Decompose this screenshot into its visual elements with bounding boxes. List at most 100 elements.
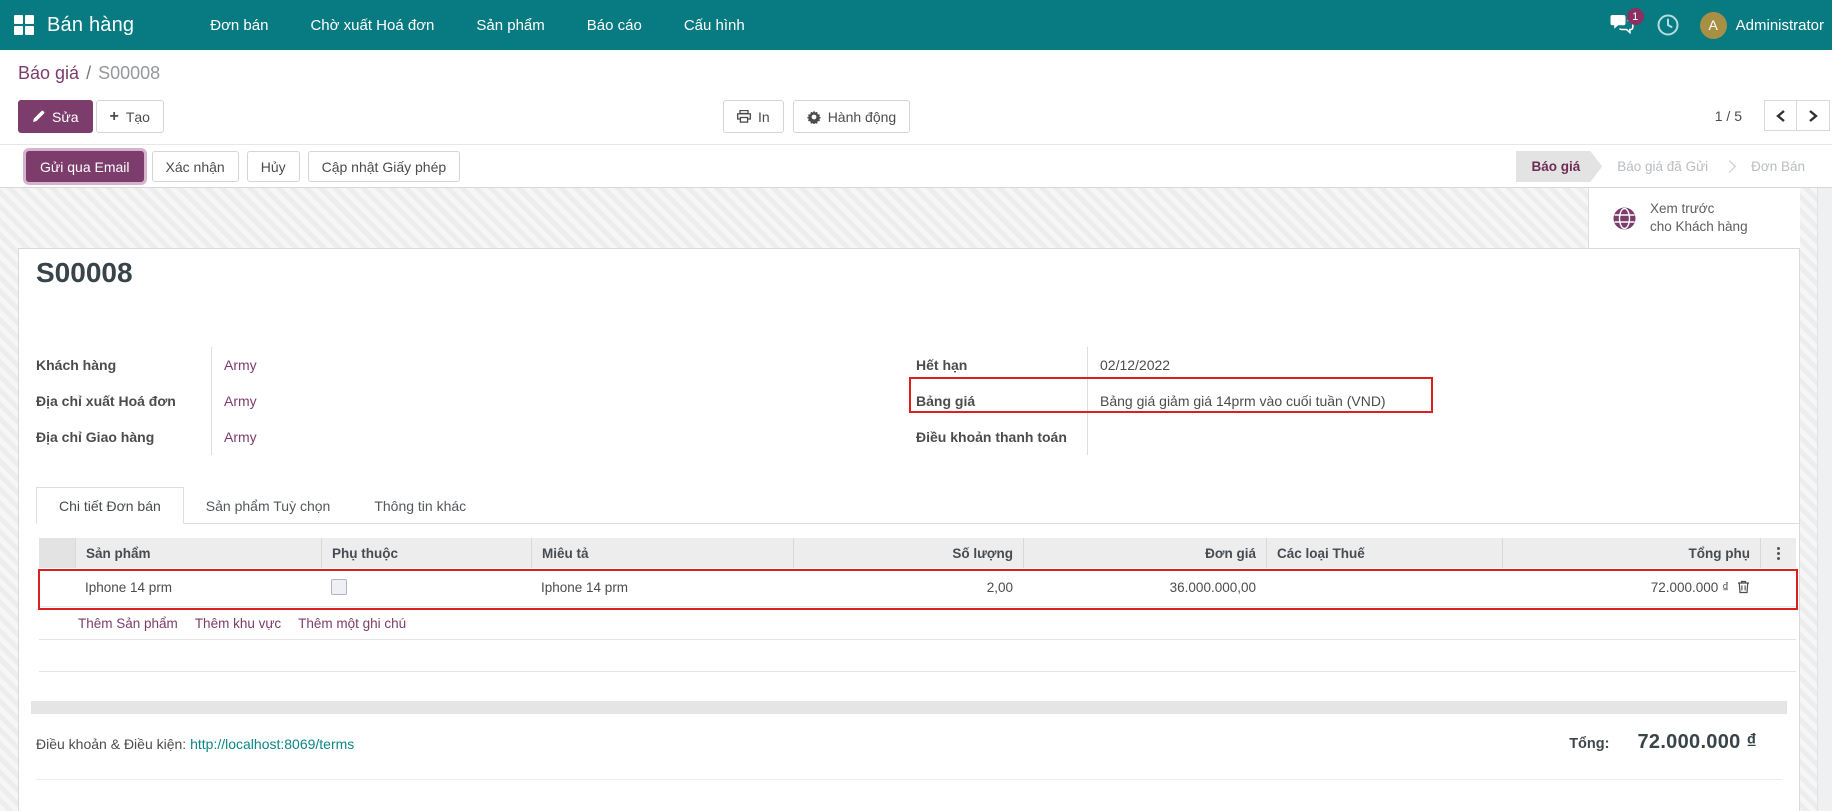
taxes-column-header[interactable]: Các loại Thuế [1266,538,1502,568]
pager-value: 1 / 5 [1714,107,1742,124]
total-label: Tổng: [1569,736,1610,752]
tab-optional-products[interactable]: Sản phẩm Tuỳ chọn [184,487,353,524]
field-group-left: Khách hàng Army Địa chỉ xuất Hoá đơn Arm… [36,347,916,455]
pricelist-field-label: Bảng giá [916,383,1088,419]
field-groups: Khách hàng Army Địa chỉ xuất Hoá đơn Arm… [36,347,1779,455]
optional-columns-icon[interactable] [1760,538,1796,568]
notebook-tabs: Chi tiết Đơn bán Sản phẩm Tuỳ chọn Thông… [36,487,1799,524]
description-column-header[interactable]: Miêu tả [531,538,793,568]
nav-item-orders[interactable]: Đơn bán [189,0,289,50]
delivery-address-field-label: Địa chỉ Giao hàng [36,419,212,455]
total-value: 72.000.000 ₫ [1637,731,1757,753]
taxes-cell[interactable] [1266,568,1502,606]
product-column-header[interactable]: Sản phẩm [75,538,321,568]
breadcrumb-parent[interactable]: Báo giá [18,63,79,83]
nav-menu: Đơn bán Chờ xuất Hoá đơn Sản phẩm Báo cá… [189,0,765,50]
printer-icon [737,110,751,123]
app-name[interactable]: Bán hàng [47,14,134,37]
nav-item-reporting[interactable]: Báo cáo [566,0,663,50]
delivery-address-field-value[interactable]: Army [224,429,257,445]
customer-field-label: Khách hàng [36,347,212,383]
nav-item-products[interactable]: Sản phẩm [455,0,565,50]
invoice-address-field-label: Địa chỉ xuất Hoá đơn [36,383,212,419]
terms-and-conditions: Điều khoản & Điều kiện: http://localhost… [36,736,354,752]
customer-preview-button[interactable]: Xem trước cho Khách hàng [1588,188,1800,248]
edit-button[interactable]: Sửa [18,100,93,133]
description-cell[interactable]: Iphone 14 prm [531,568,793,606]
totals: Tổng: 72.000.000 ₫ [1569,731,1757,754]
breadcrumb-separator: / [86,63,92,83]
dependent-checkbox[interactable] [331,579,347,595]
tab-order-lines[interactable]: Chi tiết Đơn bán [36,487,184,524]
pencil-icon [32,110,45,123]
print-action-buttons: In Hành động [723,100,911,133]
footer-divider [36,779,1782,780]
drag-handle-cell[interactable] [39,568,75,606]
state-quotation-sent[interactable]: Báo giá đã Gửi [1617,159,1708,174]
nav-item-configuration[interactable]: Cấu hình [663,0,766,50]
row-end-cell [1760,568,1796,606]
quantity-column-header[interactable]: Số lượng [793,538,1023,568]
nav-item-to-invoice[interactable]: Chờ xuất Hoá đơn [289,0,455,50]
field-group-right: Hết hạn 02/12/2022 Bảng giá Bảng giá giả… [916,347,1779,455]
subtotal-column-header[interactable]: Tổng phụ [1502,538,1760,568]
plus-icon: + [109,107,119,125]
control-panel: Báo giá / S00008 Sửa + Tạo In Hành động … [0,50,1832,145]
scrollbar[interactable] [1817,188,1832,811]
apps-grid-icon[interactable] [14,15,34,35]
user-menu[interactable]: A Administrator [1699,11,1824,39]
confirm-button[interactable]: Xác nhận [151,151,239,182]
statusbar: Gửi qua Email Xác nhận Hủy Cập nhật Giấy… [0,145,1832,188]
pager: 1 / 5 [1715,100,1830,131]
state-quotation[interactable]: Báo giá [1516,151,1603,182]
top-navbar: Bán hàng Đơn bán Chờ xuất Hoá đơn Sản ph… [0,0,1832,50]
tab-other-info[interactable]: Thông tin khác [352,487,488,524]
drag-handle-column-header [39,538,75,568]
subtotal-cell: 72.000.000 ₫ [1502,568,1760,606]
globe-icon [1613,207,1636,230]
unit-price-cell[interactable]: 36.000.000,00 [1023,568,1266,606]
document-sheet: S00008 Khách hàng Army Địa chỉ xuất Hoá … [18,248,1800,811]
chevron-right-icon [1808,109,1818,123]
action-button[interactable]: Hành động [792,100,911,133]
print-button[interactable]: In [723,100,784,133]
add-note-link[interactable]: Thêm một ghi chú [298,616,406,631]
messages-button[interactable]: 1 [1610,8,1644,36]
table-header-row: Sản phẩm Phụ thuộc Miêu tả Số lượng Đơn … [39,538,1796,568]
user-name: Administrator [1735,16,1824,34]
terms-link[interactable]: http://localhost:8069/terms [190,736,354,752]
activities-clock-icon[interactable] [1656,13,1680,37]
payment-terms-field-label: Điều khoản thanh toán [916,419,1088,455]
cancel-button[interactable]: Hủy [246,151,300,182]
state-sales-order[interactable]: Đơn Bán [1751,159,1805,174]
add-product-link[interactable]: Thêm Sản phẩm [78,616,178,631]
trash-icon[interactable] [1737,580,1750,594]
quantity-cell[interactable]: 2,00 [793,568,1023,606]
state-separator-icon [1723,160,1736,173]
order-lines-table: Sản phẩm Phụ thuộc Miêu tả Số lượng Đơn … [39,538,1796,672]
dependent-column-header[interactable]: Phụ thuộc [321,538,531,568]
expiration-field-value[interactable]: 02/12/2022 [1088,357,1779,373]
pager-next-button[interactable] [1797,100,1830,131]
create-button[interactable]: + Tạo [95,100,164,133]
update-license-button[interactable]: Cập nhật Giấy phép [307,151,461,182]
expiration-field-label: Hết hạn [916,347,1088,383]
terms-label: Điều khoản & Điều kiện: [36,736,187,752]
order-reference-title: S00008 [36,257,133,288]
customer-field-value[interactable]: Army [224,357,257,373]
pager-previous-button[interactable] [1764,100,1797,131]
add-section-link[interactable]: Thêm khu vực [195,616,281,631]
order-line-row[interactable]: Iphone 14 prm Iphone 14 prm 2,00 36.000.… [39,568,1796,607]
table-empty-row [39,640,1796,672]
form-buttons: Sửa + Tạo [18,100,164,133]
statusbar-buttons: Gửi qua Email Xác nhận Hủy Cập nhật Giấy… [26,151,461,182]
navbar-right: 1 A Administrator [1610,8,1832,39]
section-divider-band [31,701,1787,714]
invoice-address-field-value[interactable]: Army [224,393,257,409]
breadcrumb-current: S00008 [98,63,161,83]
send-by-email-button[interactable]: Gửi qua Email [26,151,144,182]
pricelist-field-value[interactable]: Bảng giá giảm giá 14prm vào cuối tuần (V… [1088,393,1779,409]
unit-price-column-header[interactable]: Đơn giá [1023,538,1266,568]
product-cell[interactable]: Iphone 14 prm [75,568,321,606]
status-pipeline: Báo giá Báo giá đã Gửi Đơn Bán [1516,151,1805,182]
